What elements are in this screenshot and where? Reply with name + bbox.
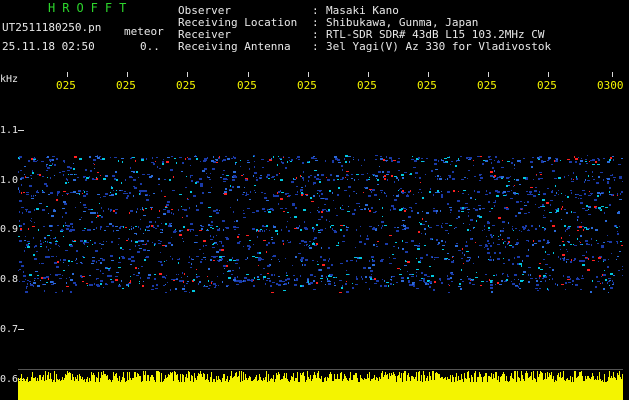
x-tick-label: 025	[417, 79, 437, 92]
x-tick-label: 025	[477, 79, 497, 92]
y-tick-label: 1.0	[0, 175, 19, 186]
y-tick-mark	[18, 329, 24, 330]
y-tick-label: 0.7	[0, 324, 19, 335]
station-info: Observer Receiving Location Receiver Rec…	[176, 0, 629, 60]
y-tick-label: 0.8	[0, 274, 19, 285]
filename: UT2511180250.pn	[2, 21, 102, 34]
x-tick-mark	[548, 72, 549, 77]
y-tick-label: 1.1	[0, 125, 19, 136]
x-tick-label: 025	[176, 79, 196, 92]
signal-level-strip	[18, 371, 623, 400]
app-title: HROFFT	[48, 1, 134, 15]
info-sep: :	[312, 40, 319, 53]
x-tick-label: 025	[237, 79, 257, 92]
x-tick-label: 025	[56, 79, 76, 92]
x-tick-mark	[368, 72, 369, 77]
x-tick-mark	[308, 72, 309, 77]
x-tick-label: 0300	[597, 79, 624, 92]
x-tick-mark	[248, 72, 249, 77]
y-tick-label: 0.6	[0, 374, 19, 385]
x-tick-mark	[428, 72, 429, 77]
y-tick-mark	[18, 130, 24, 131]
x-tick-label: 025	[116, 79, 136, 92]
x-tick-label: 025	[357, 79, 377, 92]
x-tick-label: 025	[297, 79, 317, 92]
mode-label: meteor	[124, 25, 164, 38]
y-axis-unit: kHz	[0, 74, 19, 85]
count-label: 0..	[140, 40, 160, 53]
x-tick-mark	[187, 72, 188, 77]
info-label-antenna: Receiving Antenna	[178, 40, 291, 53]
x-tick-mark	[67, 72, 68, 77]
x-tick-mark	[612, 72, 613, 77]
x-tick-mark	[127, 72, 128, 77]
header-left: HROFFT UT2511180250.pn meteor 25.11.18 0…	[0, 0, 175, 60]
info-value-antenna: 3el Yagi(V) Az 330 for Vladivostok	[326, 40, 552, 53]
datetime: 25.11.18 02:50	[2, 40, 95, 53]
x-tick-label: 025	[537, 79, 557, 92]
y-tick-label: 0.9	[0, 224, 19, 235]
spectrogram-waterfall	[18, 155, 623, 293]
x-tick-mark	[488, 72, 489, 77]
